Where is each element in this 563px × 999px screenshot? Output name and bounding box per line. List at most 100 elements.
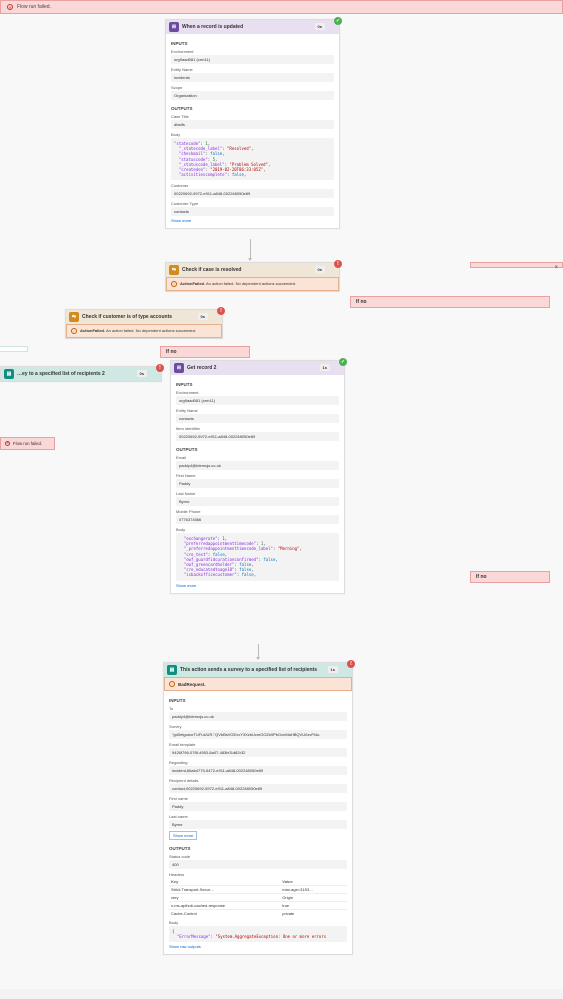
headers-col-val: Value [280, 878, 347, 886]
send-survey-2-header[interactable]: ▤ …ey to a specified list of recipients … [1, 367, 161, 381]
inputs-heading: INPUTS [169, 698, 347, 703]
casetitle-label: Case Title [171, 114, 334, 119]
trigger-card[interactable]: ⊞ When a record is updated 0s INPUTS Env… [165, 19, 340, 229]
firstname-label: First Name [176, 473, 339, 478]
send-survey-2-duration: 0s [137, 370, 147, 377]
badrequest-label: BadRequest. [178, 682, 206, 687]
ln-value: Byrne [169, 820, 347, 829]
flow-canvas: ⊞ When a record is updated 0s INPUTS Env… [0, 14, 563, 989]
connector-line [258, 644, 259, 658]
custtype-label: Customer Type [171, 201, 334, 206]
body-json: "exchangerate": 1, "preferredappointment… [176, 533, 339, 581]
recip-label: Recipient details [169, 778, 347, 783]
inputs-heading: INPUTS [176, 382, 339, 387]
body-json: { "ErrorMessage": "System.AggregateExcep… [169, 926, 347, 942]
action-failed-banner: i ActionFailed. An action failed. No dep… [166, 277, 339, 291]
check-resolved-header[interactable]: ⇆ Check if case is resolved 0s [166, 263, 339, 277]
warning-icon: i [169, 681, 175, 687]
custtype-value: contacts [171, 207, 334, 216]
env-value: org9aad081 (crm11) [176, 396, 339, 405]
check-accounts-duration: 0s [198, 313, 208, 320]
headers-label: Headers [169, 872, 347, 877]
tmpl-value: 9426f796-07f8-4953-8a07-483b01d82r32 [169, 748, 347, 757]
itemid-label: Item identifier [176, 426, 339, 431]
recip-value: contact,00220692-5972-e911-a848-00224805… [169, 784, 347, 793]
show-more-link[interactable]: Show more [176, 583, 196, 588]
check-accounts-header[interactable]: ⇆ Check if customer is of type accounts … [66, 310, 222, 324]
outputs-heading: OUTPUTS [169, 846, 347, 851]
get-record-duration: 1s [320, 364, 330, 371]
body-json: "statecode": 1, "_statecode_label": "Res… [171, 138, 334, 180]
arrow-down-icon [256, 657, 260, 660]
table-row: veryOrigin [169, 894, 347, 902]
customer-value: 00220692-5972-e911-a848-002248050e89 [171, 189, 334, 198]
show-more-link[interactable]: Show more [169, 831, 197, 840]
send-survey-body: INPUTS To paddy4@tdemojs.co.uk Survey "g… [164, 691, 352, 954]
connector-line [250, 239, 251, 259]
error-icon [7, 4, 13, 10]
survey-value: "gd0etgoeurTUFuUUR-"QVbBsVGExvY3XzbUcmGO… [169, 730, 347, 739]
check-resolved-card[interactable]: ⇆ Check if case is resolved 0s i ActionF… [165, 262, 340, 292]
fn-value: Paddy [169, 802, 347, 811]
entity-label: Entity Name [171, 67, 334, 72]
table-row: Cache-Controlprivate [169, 910, 347, 918]
mobile-value: 0776374566 [176, 515, 339, 524]
env-value: org9aad081 (crm11) [171, 55, 334, 64]
dynamics-icon: ⊞ [174, 363, 184, 373]
check-resolved-title: Check if case is resolved [182, 267, 241, 273]
send-survey-2-title: …ey to a specified list of recipients 2 [17, 371, 105, 377]
badrequest-banner: i BadRequest. [164, 677, 352, 691]
to-value: paddy4@tdemojs.co.uk [169, 712, 347, 721]
survey-label: Survey [169, 724, 347, 729]
email-value: paddy4@tdemojs.co.uk [176, 461, 339, 470]
email-label: Email [176, 455, 339, 460]
warning-icon: i [71, 328, 77, 334]
check-accounts-title: Check if customer is of type accounts [82, 314, 172, 320]
body-label: Body [171, 132, 334, 137]
action-failed-banner: i ActionFailed. An action failed. No dep… [66, 324, 222, 338]
status-error-icon [347, 660, 355, 668]
send-survey-header[interactable]: ▤ This action sends a survey to a specif… [164, 663, 352, 677]
branch-if-yes-left[interactable] [0, 346, 28, 352]
flow-failed-banner-left: Flow run failed. [0, 437, 55, 450]
fn-label: First name [169, 796, 347, 801]
branch-if-no[interactable]: If no [350, 296, 550, 308]
status-error-icon [217, 307, 225, 315]
status-label: Status code [169, 854, 347, 859]
action-failed-text: ActionFailed. An action failed. No depen… [80, 328, 196, 333]
table-row: Strict-Transport-Secur…max-age=3153… [169, 886, 347, 894]
entity-label: Entity Name [176, 408, 339, 413]
arrow-down-icon [248, 258, 252, 261]
scope-label: Scope [171, 85, 334, 90]
trigger-title: When a record is updated [182, 24, 243, 30]
check-accounts-card[interactable]: ⇆ Check if customer is of type accounts … [65, 309, 223, 339]
branch-if-no-far-label: If no [476, 574, 487, 580]
forms-icon: ▤ [4, 369, 14, 379]
regarding-label: Regarding [169, 760, 347, 765]
send-survey-2-card[interactable]: ▤ …ey to a specified list of recipients … [0, 366, 162, 382]
lastname-value: Byrne [176, 497, 339, 506]
get-record-header[interactable]: ⊞ Get record 2 1s [171, 361, 344, 375]
show-raw-outputs-link[interactable]: Show raw outputs [169, 944, 201, 949]
condition-icon: ⇆ [69, 312, 79, 322]
close-icon[interactable]: × [554, 265, 558, 271]
show-more-link[interactable]: Show more [171, 218, 191, 223]
flow-failed-banner-left-label: Flow run failed. [13, 441, 42, 446]
customer-label: Customer [171, 183, 334, 188]
branch-if-no-inner[interactable]: If no [160, 346, 250, 358]
get-record-card[interactable]: ⊞ Get record 2 1s INPUTS Environment org… [170, 360, 345, 594]
send-survey-title: This action sends a survey to a specifie… [180, 667, 317, 673]
ln-label: Last name [169, 814, 347, 819]
firstname-value: Paddy [176, 479, 339, 488]
check-resolved-duration: 0s [315, 266, 325, 273]
send-survey-card[interactable]: ▤ This action sends a survey to a specif… [163, 662, 353, 955]
condition-icon: ⇆ [169, 265, 179, 275]
branch-if-no-far[interactable]: If no [470, 571, 550, 583]
to-label: To [169, 706, 347, 711]
inputs-heading: INPUTS [171, 41, 334, 46]
entity-value: incidents [171, 73, 334, 82]
get-record-title: Get record 2 [187, 365, 216, 371]
flow-failed-banner-label: Flow run failed. [17, 4, 51, 10]
body-label: Body [169, 920, 347, 925]
trigger-card-header[interactable]: ⊞ When a record is updated 0s [166, 20, 339, 34]
